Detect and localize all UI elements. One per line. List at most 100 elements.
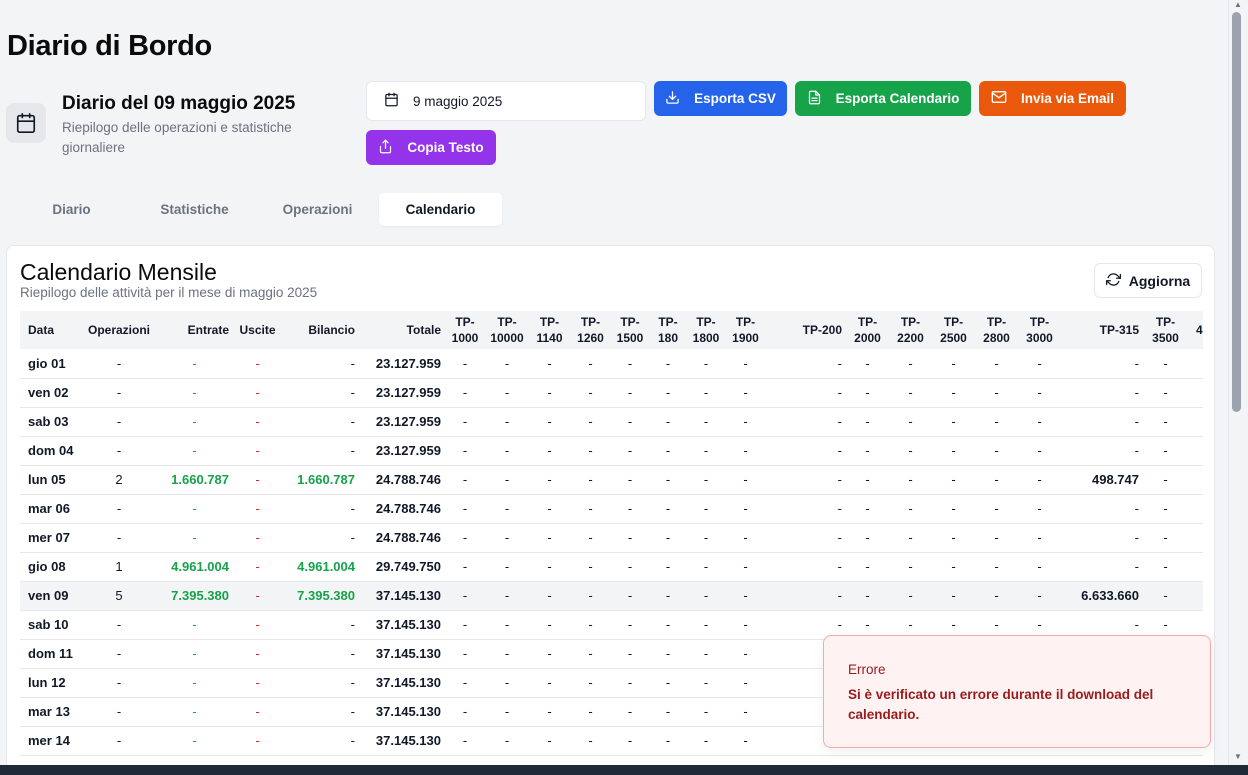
cell-tp200: - (837, 385, 842, 400)
cell-tp1800: - (703, 646, 709, 661)
cell-tp1000: - (462, 501, 468, 516)
cell-balance: - (350, 646, 355, 661)
cell-income: - (192, 646, 197, 661)
cell-expense: - (255, 733, 260, 748)
cell-balance: - (350, 443, 355, 458)
refresh-label: Aggiorna (1128, 272, 1191, 289)
cell-day: sab 10 (28, 617, 69, 632)
cell-tp1260: - (588, 355, 593, 371)
table-row[interactable]: gio 01 - - - - 23.127.959 - - - - - - - - - - - - - - - - - (20, 349, 1203, 378)
cell-day: gio 08 (28, 559, 66, 574)
tab-statistiche[interactable]: Statistiche (133, 193, 256, 226)
refresh-button[interactable]: Aggiorna (1094, 263, 1202, 298)
table-row[interactable]: dom 04 - - - - 23.127.959 - - - - - - - - - - - - - - - - - (20, 436, 1203, 465)
cell-tp1500: - (627, 443, 633, 458)
col-tp315: TP-315 (1099, 323, 1139, 337)
cell-expense: - (255, 385, 260, 400)
table-row[interactable]: sab 03 - - - - 23.127.959 - - - - - - - - - - - - - - - - - (20, 407, 1203, 436)
cell-expense: - (255, 646, 260, 661)
cell-expense: - (255, 355, 260, 371)
cell-tp2200: - (908, 385, 913, 400)
cell-tp315: - (1134, 385, 1139, 400)
table-row[interactable]: ven 02 - - - - 23.127.959 - - - - - - - - - - - - - - - - - (20, 378, 1203, 407)
table-row[interactable]: lun 05 2 1.660.787 - 1.660.787 24.788.746 - - - -… (20, 465, 1203, 494)
cell-total: 23.127.959 (375, 385, 441, 400)
cell-tp10000: - (504, 443, 510, 458)
cell-tp2800: - (994, 472, 999, 487)
cell-tp1900: - (743, 559, 748, 574)
cell-tp1000: - (462, 385, 468, 400)
export-calendar-button[interactable]: Esporta Calendario (795, 81, 971, 116)
cell-tp3500: - (1163, 559, 1168, 574)
cell-income: 4.961.004 (171, 559, 229, 574)
cell-tp1800: - (703, 704, 709, 719)
error-toast[interactable]: Errore Si è verificato un errore durante… (823, 635, 1211, 748)
cell-tp2500: - (951, 530, 956, 545)
cell-tp1500: - (627, 414, 633, 429)
cell-tp315: 6.633.660 (1081, 588, 1139, 603)
cell-operations: - (116, 733, 122, 748)
cell-tp1000: - (462, 355, 468, 371)
cell-operations: - (116, 443, 122, 458)
cell-tp315: - (1134, 443, 1139, 458)
cell-operations: 5 (115, 588, 123, 603)
cell-day: gio 01 (28, 355, 66, 371)
cell-expense: - (255, 443, 260, 458)
cell-day: ven 02 (28, 385, 69, 400)
table-row[interactable]: gio 08 1 4.961.004 - 4.961.004 29.749.750 - - - -… (20, 552, 1203, 581)
cell-tp180: - (665, 385, 671, 400)
cell-total: 24.788.746 (375, 472, 441, 487)
table-row[interactable]: ven 09 5 7.395.380 - 7.395.380 37.145.130 - - - -… (20, 581, 1203, 610)
cell-tp1800: - (703, 675, 709, 690)
col-tp2000: TP-2000 (854, 315, 881, 345)
export-csv-button[interactable]: Esporta CSV (654, 81, 787, 116)
cell-tp2800: - (994, 559, 999, 574)
cell-day: lun 05 (28, 472, 66, 487)
cell-tp2800: - (994, 414, 999, 429)
cell-tp315: - (1134, 414, 1139, 429)
send-email-button[interactable]: Invia via Email (979, 81, 1126, 116)
scroll-down-icon[interactable]: ▼ (1234, 752, 1242, 761)
cell-income: 7.395.380 (171, 588, 229, 603)
date-value: 9 maggio 2025 (413, 93, 503, 109)
cell-tp1500: - (627, 704, 633, 719)
page-scrollbar[interactable]: ▲ ▼ (1228, 0, 1248, 765)
cell-tp1260: - (588, 675, 593, 690)
cell-tp1500: - (627, 675, 633, 690)
cell-balance: - (350, 617, 355, 632)
scrollbar-thumb[interactable] (1232, 12, 1241, 412)
cell-tp1140: - (547, 617, 552, 632)
cell-tp3500: - (1163, 414, 1168, 429)
cell-tp1800: - (703, 588, 709, 603)
cell-tp1000: - (462, 646, 468, 661)
cell-tp2800: - (994, 501, 999, 516)
cell-tp1260: - (588, 733, 593, 748)
share-icon (378, 139, 393, 157)
cell-tp1140: - (547, 704, 552, 719)
cell-tp3000: - (1037, 355, 1042, 371)
copy-text-button[interactable]: Copia Testo (366, 130, 496, 165)
cell-tp2000: - (865, 559, 870, 574)
cell-tp2500: - (951, 443, 956, 458)
table-header-row: Data Operazioni Entrate Uscite Bilancio … (20, 311, 1203, 349)
cell-tp2200: - (908, 588, 913, 603)
cell-tp1140: - (547, 385, 552, 400)
export-csv-label: Esporta CSV (694, 91, 776, 106)
copy-text-label: Copia Testo (407, 140, 484, 155)
table-row[interactable]: mar 06 - - - - 24.788.746 - - - - - - - - - - - - - - - - - (20, 494, 1203, 523)
scroll-up-icon[interactable]: ▲ (1234, 0, 1242, 9)
cell-tp1000: - (462, 733, 468, 748)
cell-expense: - (255, 501, 260, 516)
col-uscite: Uscite (239, 323, 276, 337)
cell-tp1000: - (462, 530, 468, 545)
tab-diario[interactable]: Diario (10, 193, 133, 226)
tab-calendario[interactable]: Calendario (379, 193, 502, 226)
table-row[interactable]: mer 07 - - - - 24.788.746 - - - - - - - - - - - - - - - - - (20, 523, 1203, 552)
cell-day: mer 07 (28, 530, 70, 545)
tab-operazioni[interactable]: Operazioni (256, 193, 379, 226)
date-picker[interactable]: 9 maggio 2025 (366, 81, 646, 121)
refresh-icon (1105, 272, 1121, 290)
cell-total: 23.127.959 (375, 443, 441, 458)
cell-tp1000: - (462, 559, 468, 574)
cell-tp2200: - (908, 530, 913, 545)
